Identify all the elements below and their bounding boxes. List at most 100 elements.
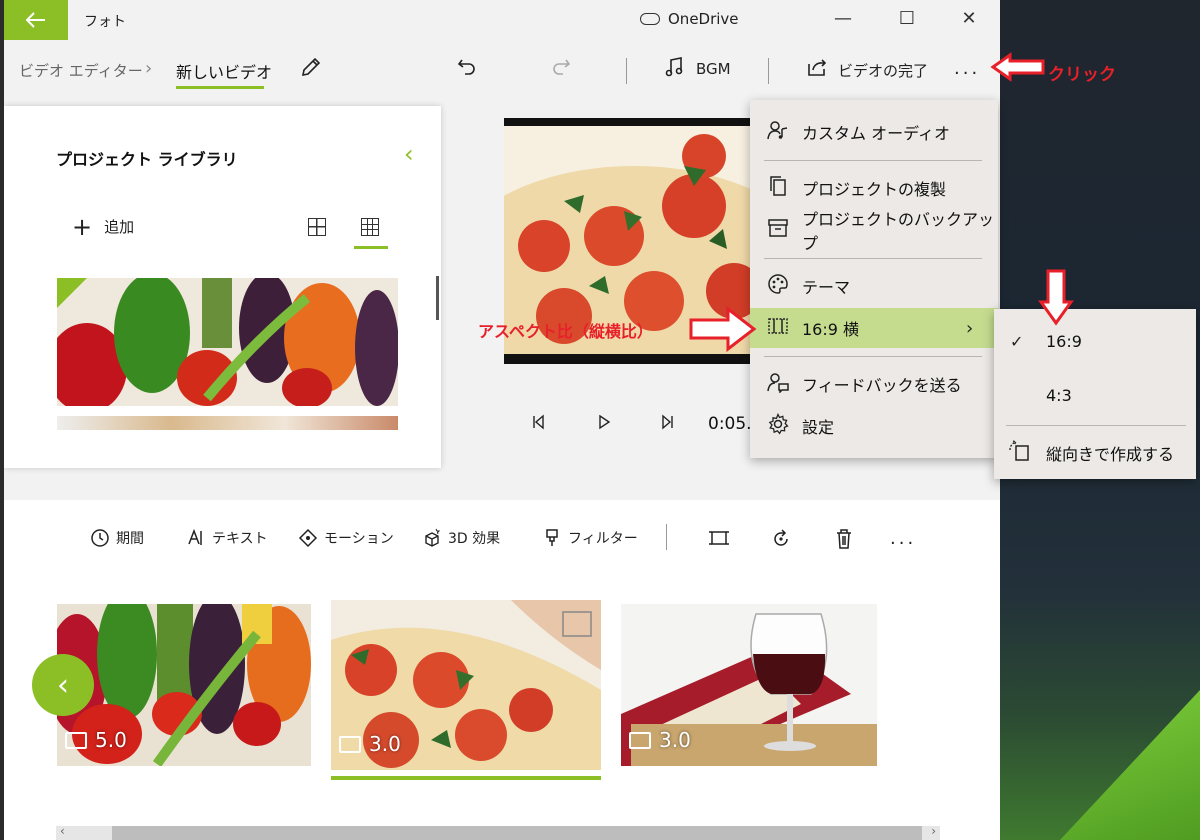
submenu-item-portrait[interactable]: 縦向きで作成する (994, 431, 1196, 475)
menu-item-send-feedback[interactable]: フィードバックを送る (750, 364, 998, 404)
submenu-item-4-3[interactable]: 4:3 (994, 373, 1196, 417)
delete-icon[interactable] (834, 528, 854, 550)
menu-separator (764, 258, 982, 259)
feedback-icon (766, 371, 790, 398)
filter-tool[interactable]: フィルター (542, 528, 638, 548)
scroll-right-arrow[interactable]: › (931, 824, 936, 838)
3d-cube-icon (425, 528, 441, 547)
annotation-arrow-aspect (689, 306, 757, 352)
large-grid-view-icon[interactable] (308, 218, 326, 236)
toolbar-divider (768, 58, 769, 84)
aspect-ratio-icon (766, 317, 790, 340)
project-library-panel: プロジェクト ライブラリ ‹ + 追加 (4, 106, 441, 468)
motion-tool[interactable]: モーション (298, 528, 394, 548)
add-media-button[interactable]: + 追加 (72, 215, 135, 239)
text-label: テキスト (212, 531, 268, 547)
text-icon (188, 528, 202, 545)
breadcrumb-separator: › (145, 58, 153, 79)
clip-tools-divider (666, 524, 667, 550)
submenu-item-16-9[interactable]: ✓ 16:9 (994, 319, 1196, 363)
gear-icon (766, 412, 790, 440)
storyboard-clip-vegetables[interactable]: 5.0 (57, 604, 311, 766)
minimize-button[interactable]: — (828, 8, 858, 29)
active-view-underline (354, 246, 388, 249)
menu-item-theme[interactable]: テーマ (750, 266, 998, 306)
menu-separator (764, 356, 982, 357)
small-grid-view-icon[interactable] (361, 218, 379, 236)
rotate-icon[interactable] (770, 528, 792, 550)
undo-icon[interactable] (456, 56, 478, 83)
more-options-button[interactable]: ... (954, 58, 980, 79)
scroll-left-arrow[interactable]: ‹ (60, 824, 65, 838)
menu-item-label: 16:9 横 (802, 320, 860, 339)
onedrive-label: OneDrive (668, 10, 739, 28)
menu-item-label: プロジェクトの複製 (802, 180, 947, 199)
selection-corner (57, 278, 87, 308)
menu-separator (764, 160, 982, 161)
more-options-menu: カスタム オーディオ プロジェクトの複製 プロジェクトのバックアップ テーマ 1… (750, 100, 998, 458)
rotate-portrait-icon (1008, 440, 1030, 466)
checkmark-icon: ✓ (1010, 331, 1024, 351)
collapse-library-button[interactable]: ‹ (404, 140, 414, 168)
storyboard-clip-pizza[interactable]: 3.0 (331, 600, 601, 770)
library-scrollbar[interactable] (436, 276, 439, 320)
backup-icon (766, 218, 790, 243)
annotation-arrow-down (1038, 269, 1074, 326)
aspect-ratio-submenu: ✓ 16:9 4:3 縦向きで作成する (994, 309, 1196, 479)
text-tool[interactable]: テキスト (186, 528, 268, 548)
menu-item-label: フィードバックを送る (802, 376, 962, 395)
library-thumbnail-pizza[interactable] (57, 416, 398, 430)
library-title: プロジェクト ライブラリ (56, 150, 238, 169)
clip-duration: 3.0 (339, 732, 401, 756)
vegetables-image (57, 278, 398, 406)
motion-label: モーション (324, 531, 394, 547)
storyboard-clip-wine[interactable]: 3.0 (621, 604, 877, 766)
storyboard-scrollbar[interactable]: ‹ › (56, 824, 940, 840)
3d-effects-tool[interactable]: 3D 効果 (422, 528, 500, 548)
menu-item-custom-audio[interactable]: カスタム オーディオ (750, 112, 998, 152)
playback-time: 0:05. (708, 414, 752, 434)
breadcrumb-current-project: 新しいビデオ (176, 63, 273, 82)
menu-item-aspect-ratio[interactable]: 16:9 横 › (750, 308, 998, 348)
onedrive-status[interactable]: OneDrive (640, 10, 739, 28)
bgm-button[interactable]: BGM (696, 60, 731, 78)
chevron-right-icon: › (966, 317, 974, 339)
redo-icon[interactable] (550, 56, 572, 83)
duration-label: 期間 (116, 531, 144, 547)
close-button[interactable]: ✕ (954, 8, 984, 29)
duration-tool[interactable]: 期間 (90, 528, 144, 548)
annotation-arrow-click (990, 52, 1045, 82)
menu-item-label: テーマ (802, 278, 851, 297)
previous-frame-icon[interactable] (530, 414, 546, 434)
menu-item-backup-project[interactable]: プロジェクトのバックアップ (750, 210, 998, 253)
selected-clip-indicator (331, 776, 601, 780)
add-label: 追加 (104, 218, 135, 236)
toolbar-divider (626, 58, 627, 84)
play-icon[interactable] (596, 414, 612, 434)
menu-item-duplicate-project[interactable]: プロジェクトの複製 (750, 168, 998, 208)
rename-pencil-icon[interactable] (300, 56, 322, 83)
maximize-button[interactable]: ☐ (892, 8, 922, 29)
next-frame-icon[interactable] (660, 414, 676, 434)
finish-video-button[interactable]: ビデオの完了 (838, 60, 928, 81)
clip-more-button[interactable]: ... (890, 528, 916, 549)
share-export-icon (806, 56, 828, 83)
filter-label: フィルター (568, 531, 638, 547)
title-bar: フォト OneDrive — ☐ ✕ (4, 0, 1000, 40)
palette-icon (766, 273, 790, 300)
clip-duration: 5.0 (65, 728, 127, 752)
menu-item-label: 設定 (802, 418, 835, 437)
library-thumbnail-vegetables[interactable] (57, 278, 398, 406)
submenu-item-label: 4:3 (1046, 385, 1072, 405)
tent-graphic (1060, 690, 1200, 840)
clock-icon (91, 529, 109, 547)
breadcrumb-video-editor[interactable]: ビデオ エディター (19, 60, 143, 81)
storyboard-area: 期間 テキスト モーション 3D 効果 フィルター ... 5.0 3.0 3.… (4, 500, 1000, 840)
scroll-thumb[interactable] (112, 826, 922, 840)
crop-resize-icon[interactable] (708, 528, 730, 548)
back-button[interactable] (4, 0, 68, 40)
storyboard-prev-button[interactable]: ‹ (32, 654, 94, 716)
menu-item-settings[interactable]: 設定 (750, 406, 998, 446)
annotation-aspect-label: アスペクト比（縦横比） (478, 322, 653, 341)
filter-icon (546, 529, 558, 546)
